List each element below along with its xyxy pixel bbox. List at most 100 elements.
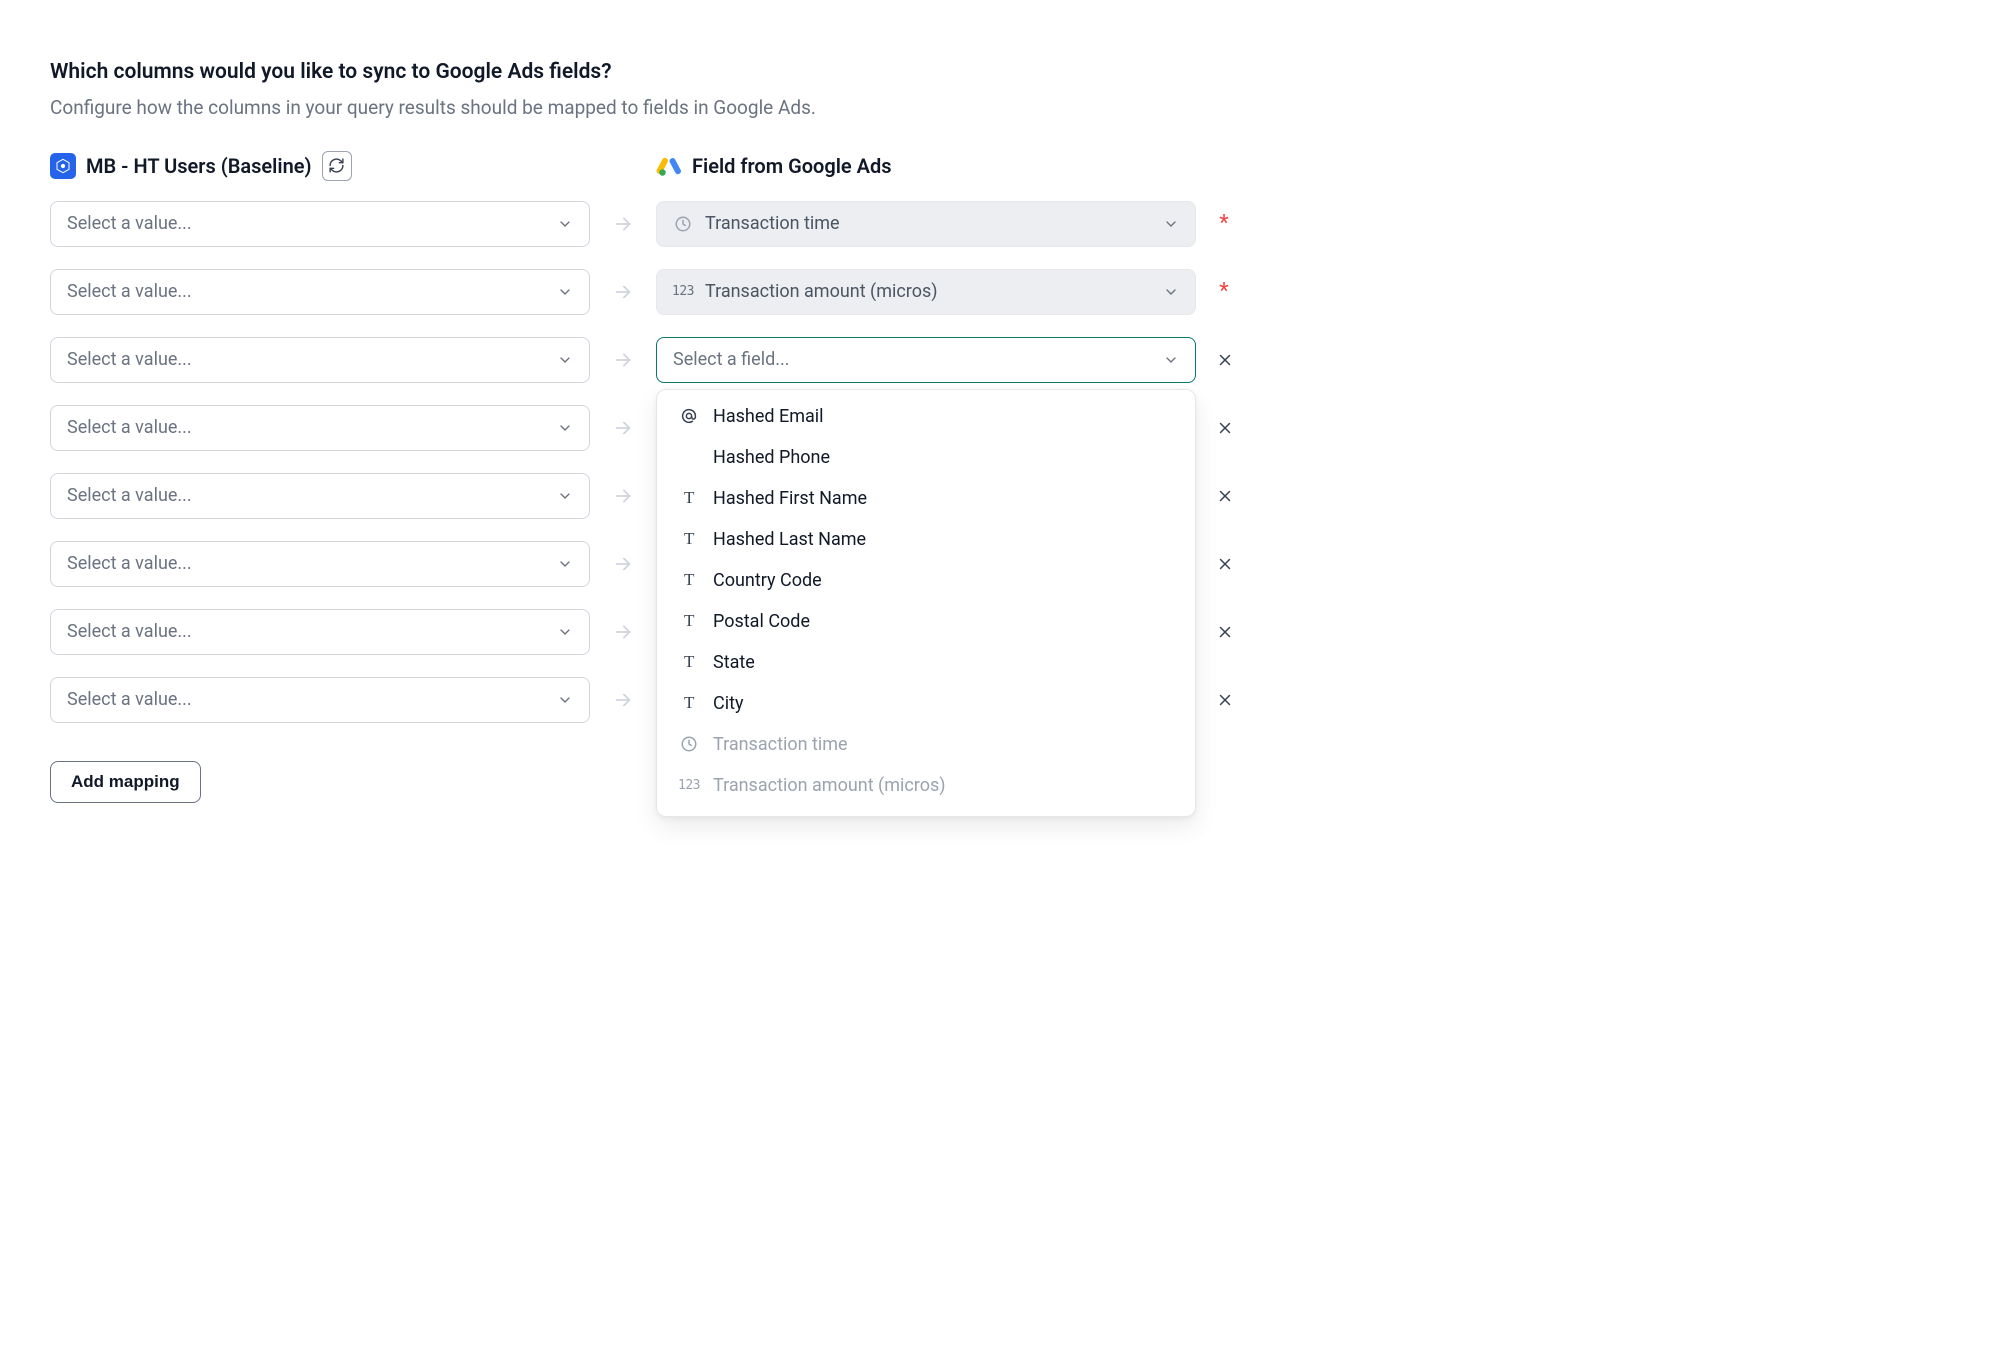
arrow-right-icon bbox=[612, 485, 634, 507]
mapping-row: Select a value... Transaction time * bbox=[50, 201, 1950, 247]
page-subheading: Configure how the columns in your query … bbox=[50, 94, 910, 123]
destination-select[interactable]: Select a field... bbox=[656, 337, 1196, 383]
chevron-down-icon bbox=[557, 488, 573, 504]
source-select[interactable]: Select a value... bbox=[50, 269, 590, 315]
arrow-cell bbox=[608, 349, 638, 371]
arrow-cell bbox=[608, 553, 638, 575]
required-indicator: * bbox=[1214, 211, 1234, 236]
dropdown-option-label: Postal Code bbox=[713, 611, 810, 632]
dropdown-option-label: Hashed First Name bbox=[713, 488, 867, 509]
dropdown-option-label: Hashed Email bbox=[713, 406, 824, 427]
source-placeholder: Select a value... bbox=[67, 621, 192, 642]
destination-placeholder: Select a field... bbox=[673, 349, 789, 370]
chevron-down-icon bbox=[557, 216, 573, 232]
source-select[interactable]: Select a value... bbox=[50, 405, 590, 451]
mapping-row: Select a value... Select a field...Hashed… bbox=[50, 337, 1950, 383]
remove-mapping-button[interactable] bbox=[1214, 621, 1236, 643]
source-placeholder: Select a value... bbox=[67, 689, 192, 710]
chevron-down-icon bbox=[557, 352, 573, 368]
text-icon: T bbox=[679, 488, 699, 508]
text-icon: T bbox=[679, 570, 699, 590]
chevron-down-icon bbox=[1163, 284, 1179, 300]
remove-mapping-button[interactable] bbox=[1214, 553, 1236, 575]
remove-mapping-button[interactable] bbox=[1214, 417, 1236, 439]
dropdown-option[interactable]: T State bbox=[657, 642, 1195, 683]
remove-mapping-button[interactable] bbox=[1214, 485, 1236, 507]
dropdown-option[interactable]: T Postal Code bbox=[657, 601, 1195, 642]
source-select[interactable]: Select a value... bbox=[50, 337, 590, 383]
dropdown-option-label: Country Code bbox=[713, 570, 822, 591]
dest-cell: 123 Transaction amount (micros) bbox=[656, 269, 1196, 315]
dest-cell: Transaction time bbox=[656, 201, 1196, 247]
dropdown-option[interactable]: T Hashed First Name bbox=[657, 478, 1195, 519]
destination-value: Transaction time bbox=[705, 213, 840, 234]
number-icon: 123 bbox=[679, 778, 699, 793]
mapping-rows: Select a value...Transaction time*Select… bbox=[50, 201, 1950, 723]
arrow-cell bbox=[608, 213, 638, 235]
dest-cell: Select a field...Hashed EmailHashed Phon… bbox=[656, 337, 1196, 383]
arrow-cell bbox=[608, 417, 638, 439]
chevron-down-icon bbox=[1163, 216, 1179, 232]
dropdown-option[interactable]: T City bbox=[657, 683, 1195, 724]
arrow-right-icon bbox=[612, 281, 634, 303]
text-icon: T bbox=[679, 652, 699, 672]
chevron-down-icon bbox=[557, 692, 573, 708]
destination-value: Transaction amount (micros) bbox=[705, 281, 938, 302]
required-indicator: * bbox=[1214, 279, 1234, 304]
dropdown-option-label: Hashed Last Name bbox=[713, 529, 866, 550]
source-name: MB - HT Users (Baseline) bbox=[86, 154, 312, 178]
text-icon: T bbox=[679, 529, 699, 549]
source-select[interactable]: Select a value... bbox=[50, 473, 590, 519]
arrow-right-icon bbox=[612, 689, 634, 711]
chevron-down-icon bbox=[557, 624, 573, 640]
close-icon bbox=[1216, 623, 1234, 641]
source-select[interactable]: Select a value... bbox=[50, 201, 590, 247]
text-icon: T bbox=[679, 693, 699, 713]
dropdown-option-label: Transaction amount (micros) bbox=[713, 775, 946, 796]
destination-select[interactable]: Transaction time bbox=[656, 201, 1196, 247]
dropdown-option-label: Transaction time bbox=[713, 734, 848, 755]
source-badge-icon bbox=[50, 153, 76, 179]
close-icon bbox=[1216, 351, 1234, 369]
source-placeholder: Select a value... bbox=[67, 281, 192, 302]
source-placeholder: Select a value... bbox=[67, 485, 192, 506]
dropdown-option[interactable]: Hashed Email bbox=[657, 396, 1195, 437]
text-icon: T bbox=[679, 611, 699, 631]
close-icon bbox=[1216, 555, 1234, 573]
close-icon bbox=[1216, 419, 1234, 437]
clock-icon bbox=[673, 215, 693, 233]
refresh-button[interactable] bbox=[322, 151, 352, 181]
source-placeholder: Select a value... bbox=[67, 417, 192, 438]
add-mapping-button[interactable]: Add mapping bbox=[50, 761, 201, 803]
remove-mapping-button[interactable] bbox=[1214, 689, 1236, 711]
source-select[interactable]: Select a value... bbox=[50, 677, 590, 723]
field-dropdown: Hashed Email Hashed Phone T Hashed First Na… bbox=[656, 389, 1196, 817]
dropdown-option-label: Hashed Phone bbox=[713, 447, 830, 468]
page-heading: Which columns would you like to sync to … bbox=[50, 60, 1950, 84]
number-icon: 123 bbox=[673, 284, 693, 299]
clock-icon bbox=[679, 735, 699, 753]
source-select[interactable]: Select a value... bbox=[50, 609, 590, 655]
dropdown-option: 123 Transaction amount (micros) bbox=[657, 765, 1195, 806]
dropdown-option[interactable]: T Hashed Last Name bbox=[657, 519, 1195, 560]
at-icon bbox=[679, 407, 699, 425]
dropdown-option-label: State bbox=[713, 652, 755, 673]
source-header: MB - HT Users (Baseline) bbox=[50, 151, 590, 181]
chevron-down-icon bbox=[557, 420, 573, 436]
arrow-cell bbox=[608, 689, 638, 711]
source-select[interactable]: Select a value... bbox=[50, 541, 590, 587]
destination-select[interactable]: 123 Transaction amount (micros) bbox=[656, 269, 1196, 315]
close-icon bbox=[1216, 487, 1234, 505]
chevron-down-icon bbox=[557, 284, 573, 300]
dropdown-option-label: City bbox=[713, 693, 744, 714]
arrow-right-icon bbox=[612, 213, 634, 235]
arrow-right-icon bbox=[612, 621, 634, 643]
remove-mapping-button[interactable] bbox=[1214, 349, 1236, 371]
arrow-cell bbox=[608, 485, 638, 507]
arrow-right-icon bbox=[612, 417, 634, 439]
mapping-row: Select a value... 123 Transaction amount (… bbox=[50, 269, 1950, 315]
dropdown-option[interactable]: T Country Code bbox=[657, 560, 1195, 601]
arrow-cell bbox=[608, 281, 638, 303]
source-placeholder: Select a value... bbox=[67, 553, 192, 574]
dropdown-option[interactable]: Hashed Phone bbox=[657, 437, 1195, 478]
